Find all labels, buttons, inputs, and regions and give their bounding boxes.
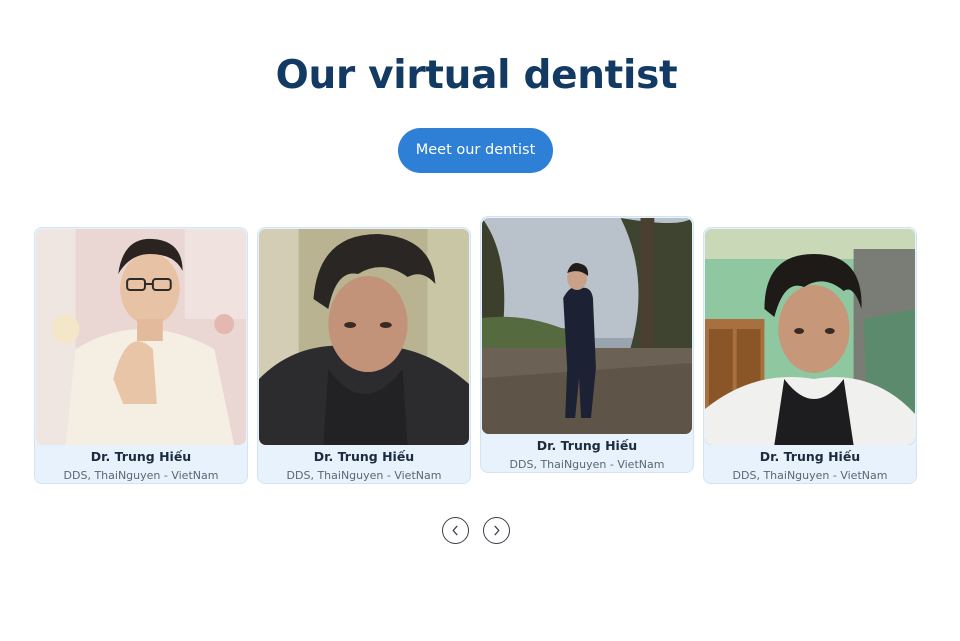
dentist-card[interactable]: Dr. Trung Hiếu DDS, ThaiNguyen - VietNam [703, 227, 917, 484]
dentist-card[interactable]: Dr. Trung Hiếu DDS, ThaiNguyen - VietNam [480, 216, 694, 473]
dentist-credentials: DDS, ThaiNguyen - VietNam [286, 469, 442, 482]
dentist-card[interactable]: Dr. Trung Hiếu DDS, ThaiNguyen - VietNam [34, 227, 248, 484]
chevron-right-icon [494, 525, 500, 536]
dentist-card[interactable]: Dr. Trung Hiếu DDS, ThaiNguyen - VietNam [257, 227, 471, 484]
dentist-name: Dr. Trung Hiếu [90, 449, 192, 464]
dentist-name: Dr. Trung Hiếu [313, 449, 415, 464]
dentist-credentials: DDS, ThaiNguyen - VietNam [732, 469, 888, 482]
dentist-credentials: DDS, ThaiNguyen - VietNam [509, 458, 665, 471]
meet-dentist-button[interactable]: Meet our dentist [398, 128, 553, 173]
dentist-credentials: DDS, ThaiNguyen - VietNam [63, 469, 219, 482]
dentist-photo [482, 218, 692, 434]
carousel-next-button[interactable] [483, 517, 510, 544]
chevron-left-icon [452, 525, 458, 536]
section-title: Our virtual dentist [275, 53, 678, 98]
dentist-name: Dr. Trung Hiếu [536, 438, 638, 453]
dentist-photo [705, 229, 915, 445]
dentist-photo [36, 229, 246, 445]
dentist-section: Our virtual dentist Meet our dentist Dr.… [0, 0, 960, 641]
dentist-name: Dr. Trung Hiếu [759, 449, 861, 464]
carousel-prev-button[interactable] [442, 517, 469, 544]
dentist-photo [259, 229, 469, 445]
